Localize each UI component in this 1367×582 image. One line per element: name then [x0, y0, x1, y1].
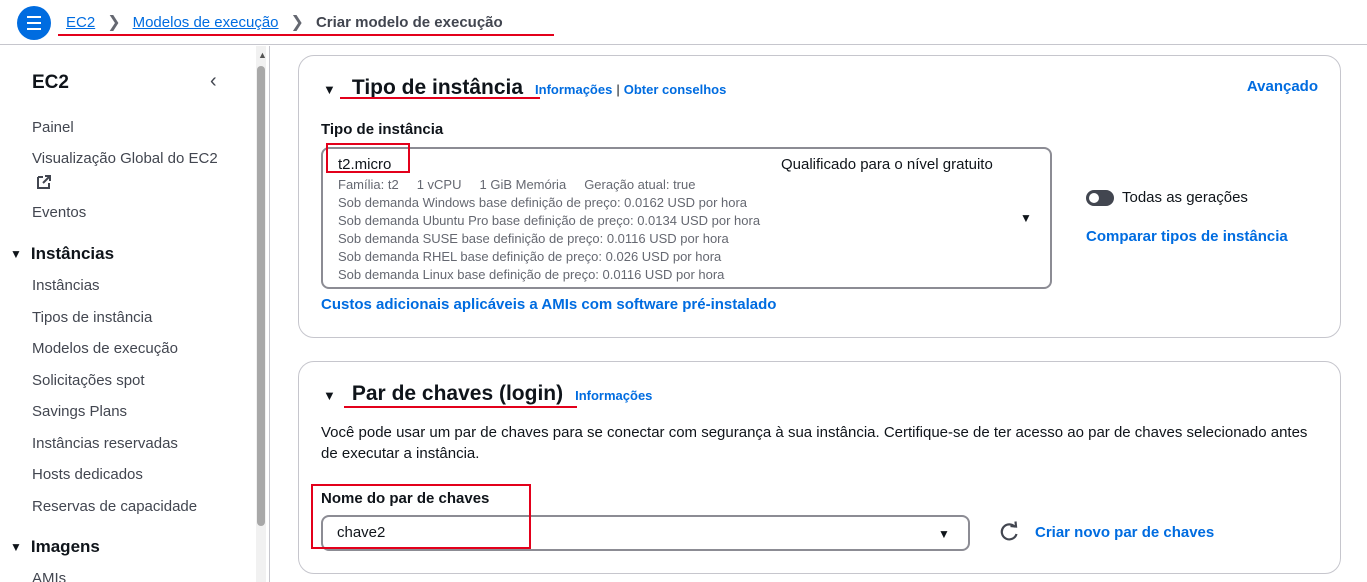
free-tier-label: Qualificado para o nível gratuito [781, 156, 993, 173]
scrollbar-thumb[interactable] [257, 66, 265, 526]
pricing-line: Sob demanda Ubuntu Pro base definição de… [338, 213, 761, 228]
caret-down-icon: ▼ [10, 540, 22, 554]
annotation-underline [340, 97, 540, 99]
info-link[interactable]: Informações [535, 82, 612, 97]
breadcrumb-current: Criar modelo de execução [315, 13, 503, 31]
chevron-right-icon: ❯ [107, 14, 121, 31]
sidebar-item-reserved-instances[interactable]: Instâncias reservadas [32, 435, 178, 452]
pricing-line: Sob demanda Windows base definição de pr… [338, 195, 748, 210]
sidebar-title: EC2 [32, 72, 69, 93]
external-link-icon [37, 175, 51, 189]
sidebar-item-dashboard[interactable]: Painel [32, 119, 74, 136]
sidebar-section-label: Instâncias [30, 244, 115, 263]
caret-down-icon: ▼ [938, 527, 950, 541]
pricing-line: Sob demanda Linux base definição de preç… [338, 267, 725, 282]
spec-family: Família: t2 [338, 177, 399, 192]
sidebar-item-spot-requests[interactable]: Solicitações spot [32, 372, 145, 389]
annotation-box [311, 484, 531, 549]
divider: | [616, 82, 620, 97]
all-generations-toggle-row[interactable]: Todas as gerações [1086, 189, 1248, 206]
all-generations-label: Todas as gerações [1122, 189, 1248, 206]
key-pair-description: Você pode usar um par de chaves para se … [321, 424, 1308, 462]
top-bar: EC2 ❯ Modelos de execução ❯ Criar modelo… [0, 0, 1367, 45]
caret-down-icon: ▼ [10, 247, 22, 261]
all-generations-toggle[interactable] [1086, 189, 1114, 206]
pricing-line: Sob demanda RHEL base definição de preço… [338, 249, 722, 264]
sidebar-item-global-view[interactable]: Visualização Global do EC2 [32, 150, 218, 167]
sidebar-item-events[interactable]: Eventos [32, 204, 86, 221]
instance-specs: Família: t2 1 vCPU 1 GiB Memória Geração at… [338, 177, 713, 192]
sidebar-item-instance-types[interactable]: Tipos de instância [32, 309, 152, 326]
sidebar-item-launch-templates[interactable]: Modelos de execução [32, 340, 178, 357]
info-link[interactable]: Informações [575, 388, 652, 403]
breadcrumb-launch-templates[interactable]: Modelos de execução [133, 14, 279, 31]
instance-type-select[interactable]: t2.micro Qualificado para o nível gratui… [321, 147, 1052, 289]
sidebar-item-instances[interactable]: Instâncias [32, 277, 100, 294]
sidebar-item-savings-plans[interactable]: Savings Plans [32, 403, 127, 420]
advanced-link[interactable]: Avançado [1247, 78, 1318, 95]
breadcrumb-ec2[interactable]: EC2 [66, 14, 95, 31]
caret-down-icon: ▼ [323, 388, 336, 403]
caret-down-icon: ▼ [1020, 211, 1032, 225]
sidebar-section-label: Imagens [30, 537, 100, 556]
create-key-pair-link[interactable]: Criar novo par de chaves [1035, 524, 1214, 541]
breadcrumb: EC2 ❯ Modelos de execução ❯ Criar modelo… [66, 12, 503, 32]
key-pair-header[interactable]: ▼ Par de chaves (login) Informações [323, 382, 652, 406]
compare-instance-types-link[interactable]: Comparar tipos de instância [1086, 228, 1288, 245]
annotation-box [326, 143, 410, 173]
section-title: Par de chaves (login) [351, 382, 564, 405]
additional-costs-link[interactable]: Custos adicionais aplicáveis a AMIs com … [321, 296, 776, 313]
annotation-underline [58, 34, 554, 36]
scroll-up-icon[interactable]: ▲ [258, 50, 267, 60]
pricing-line: Sob demanda SUSE base definição de preço… [338, 231, 729, 246]
sidebar: EC2 ‹ Painel Visualização Global do EC2 … [0, 46, 270, 582]
sidebar-item-dedicated-hosts[interactable]: Hosts dedicados [32, 466, 143, 483]
instance-type-label: Tipo de instância [321, 121, 444, 138]
sidebar-section-images[interactable]: ▼ Imagens [10, 537, 100, 557]
chevron-right-icon: ❯ [290, 14, 304, 31]
sidebar-section-instances[interactable]: ▼ Instâncias [10, 244, 114, 264]
spec-memory: 1 GiB Memória [479, 177, 567, 192]
get-advice-link[interactable]: Obter conselhos [624, 82, 727, 97]
menu-icon[interactable] [17, 6, 51, 40]
sidebar-item-amis[interactable]: AMIs [32, 570, 66, 582]
spec-vcpu: 1 vCPU [416, 177, 462, 192]
sidebar-item-capacity-reservations[interactable]: Reservas de capacidade [32, 498, 197, 515]
chevron-left-icon[interactable]: ‹ [210, 70, 217, 93]
annotation-underline [344, 406, 577, 408]
refresh-icon[interactable] [998, 521, 1020, 543]
spec-generation: Geração atual: true [584, 177, 696, 192]
caret-down-icon: ▼ [323, 82, 336, 97]
